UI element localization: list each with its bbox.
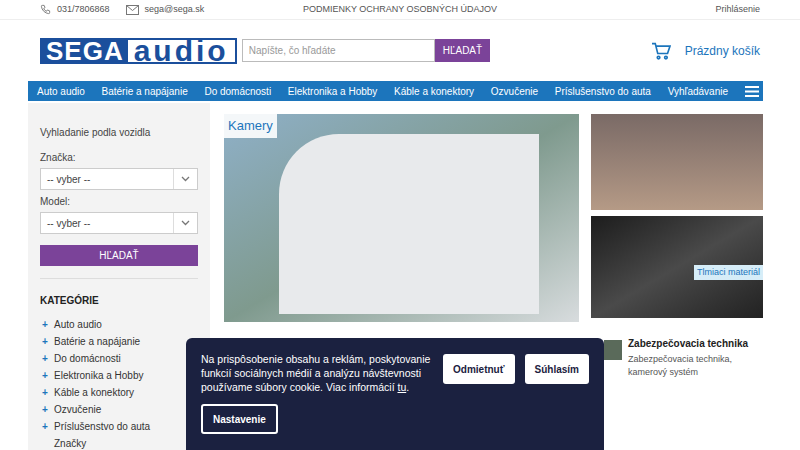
mail-icon [126,5,139,15]
menu-icon[interactable] [745,86,759,97]
category-thumbnail [604,340,622,360]
category-label[interactable]: Ozvučenie [54,402,101,417]
model-label: Model: [40,194,198,209]
vehicle-search-button[interactable]: HĽADAŤ [40,245,198,266]
cookie-banner: Na prispôsobenie obsahu a reklám, poskyt… [186,338,604,450]
decline-button[interactable]: Odmietnuť [443,354,514,384]
header: SEGA audio HĽADAŤ Prázdny košík [0,20,800,81]
search-button[interactable]: HĽADAŤ [435,39,490,62]
main-nav: Auto audio Batérie a napájanie Do domácnos… [28,81,763,101]
main-banner[interactable]: Kamery [224,114,579,322]
dampening-banner[interactable]: Tlmiaci materiál [591,216,763,318]
expand-marker[interactable]: + [40,368,50,383]
cart-icon [651,42,671,60]
cookie-info-link[interactable]: tu [397,381,406,393]
banner-label: Kamery [224,114,277,138]
nav-item[interactable]: Auto audio [34,84,88,99]
top-bar: 031/7806868 sega@sega.sk PODMIENKY OCHRA… [0,0,800,20]
accept-button[interactable]: Súhlasím [525,354,589,384]
store-banner[interactable] [591,114,763,210]
category-label[interactable]: Do domácnosti [54,351,121,366]
categories-title: KATEGÓRIE [40,293,198,308]
expand-marker[interactable]: + [40,317,50,332]
chevron-down-icon [181,220,190,226]
category-label[interactable]: Elektronika a Hobby [54,368,144,383]
sidebar: Vyhladanie podla vozidla Značka: -- vybe… [28,103,210,450]
category-label[interactable]: Značky [54,436,86,450]
expand-marker[interactable]: + [40,351,50,366]
logo[interactable]: SEGA audio [40,38,237,64]
expand-marker[interactable]: + [40,334,50,349]
category-item[interactable]: + Káble a konektory [40,384,198,401]
category-item[interactable]: + Do domácnosti [40,350,198,367]
cookie-text: Na prispôsobenie obsahu a reklám, poskyt… [201,352,443,394]
category-label[interactable]: Batérie a napájanie [54,334,140,349]
nav-item[interactable]: Elektronika a Hobby [285,84,381,99]
nav-item[interactable]: Batérie a napájanie [99,84,191,99]
settings-button[interactable]: Nastavenie [201,404,278,434]
chevron-down-icon [181,176,190,182]
category-item[interactable]: + Auto audio [40,316,198,333]
banner-label: Tlmiaci materiál [694,265,763,281]
expand-marker[interactable]: + [40,385,50,400]
nav-item[interactable]: Do domácnosti [201,84,274,99]
category-item[interactable]: + Ozvučenie [40,401,198,418]
nav-item[interactable]: Ozvučenie [488,84,541,99]
brand-select[interactable]: -- vyber -- [40,168,198,190]
login-link[interactable]: Prihlásenie [715,4,760,14]
phone[interactable]: 031/7806868 [57,3,110,17]
category-item[interactable]: + Príslušenstvo do auta [40,418,198,435]
email[interactable]: sega@sega.sk [145,3,205,17]
privacy-link[interactable]: PODMIENKY OCHRANY OSOBNÝCH ÚDAJOV [303,4,497,14]
category-item[interactable]: + Elektronika a Hobby [40,367,198,384]
brand-label: Značka: [40,150,198,165]
phone-icon [40,4,51,15]
nav-item[interactable]: Vyhľadávanie [665,84,731,99]
vehicle-search-title: Vyhladanie podla vozidla [40,125,198,140]
category-card[interactable]: Zabezpečovacia technika Zabezpečovacia t… [591,336,763,379]
category-label[interactable]: Káble a konektory [54,385,134,400]
nav-item[interactable]: Káble a konektory [391,84,477,99]
cart[interactable]: Prázdny košík [651,42,760,60]
category-label[interactable]: Príslušenstvo do auta [54,419,150,434]
expand-marker[interactable]: + [40,419,50,434]
expand-marker[interactable]: + [40,402,50,417]
model-select[interactable]: -- vyber -- [40,212,198,234]
search-input[interactable] [242,39,435,62]
category-item[interactable]: Značky [40,435,198,450]
category-item[interactable]: + Batérie a napájanie [40,333,198,350]
nav-item[interactable]: Príslušenstvo do auta [552,84,654,99]
category-label[interactable]: Auto audio [54,317,102,332]
